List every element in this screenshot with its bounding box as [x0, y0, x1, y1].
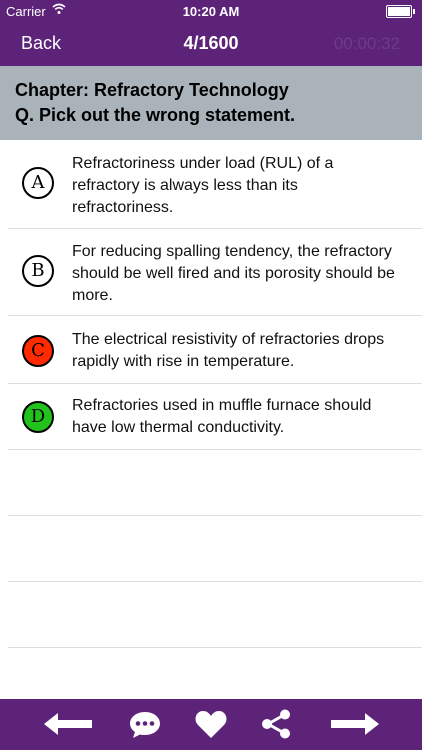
option-c-marker[interactable]: C	[22, 335, 54, 367]
option-c[interactable]: C The electrical resistivity of refracto…	[0, 328, 422, 378]
arrow-left-icon[interactable]	[42, 709, 94, 739]
top-bar: Carrier 10:20 AM Back 4/1600 00:00:32	[0, 0, 422, 66]
option-b-text: For reducing spalling tendency, the refr…	[72, 243, 395, 304]
comment-icon[interactable]	[128, 709, 162, 739]
status-bar: Carrier 10:20 AM	[0, 0, 422, 22]
divider	[8, 383, 422, 384]
divider	[8, 315, 422, 316]
heart-icon[interactable]	[194, 709, 228, 739]
navigation-bar: Back 4/1600 00:00:32	[0, 22, 422, 66]
elapsed-timer: 00:00:32	[333, 34, 400, 53]
option-d-marker[interactable]: D	[22, 401, 54, 433]
option-a-text: Refractoriness under load (RUL) of a ref…	[72, 155, 334, 216]
option-a[interactable]: A Refractoriness under load (RUL) of a r…	[0, 150, 422, 222]
question-header: Chapter: Refractory Technology Q. Pick o…	[0, 66, 422, 140]
option-a-marker[interactable]: A	[22, 167, 54, 199]
option-d[interactable]: D Refractories used in muffle furnace sh…	[0, 394, 422, 444]
bottom-toolbar	[0, 699, 422, 750]
divider	[8, 449, 422, 450]
battery-icon	[386, 5, 415, 18]
divider	[8, 581, 422, 582]
option-d-text: Refractories used in muffle furnace shou…	[72, 397, 372, 436]
divider	[8, 647, 422, 648]
question-prompt: Q. Pick out the wrong statement.	[15, 105, 296, 125]
divider	[8, 515, 422, 516]
divider	[8, 228, 422, 229]
status-time: 10:20 AM	[182, 4, 240, 19]
option-b-marker[interactable]: B	[22, 255, 54, 287]
share-icon[interactable]	[260, 709, 292, 739]
chapter-title: Chapter: Refractory Technology	[15, 80, 289, 100]
option-c-text: The electrical resistivity of refractori…	[72, 331, 385, 370]
option-b[interactable]: B For reducing spalling tendency, the re…	[0, 238, 422, 310]
arrow-right-icon[interactable]	[329, 709, 381, 739]
